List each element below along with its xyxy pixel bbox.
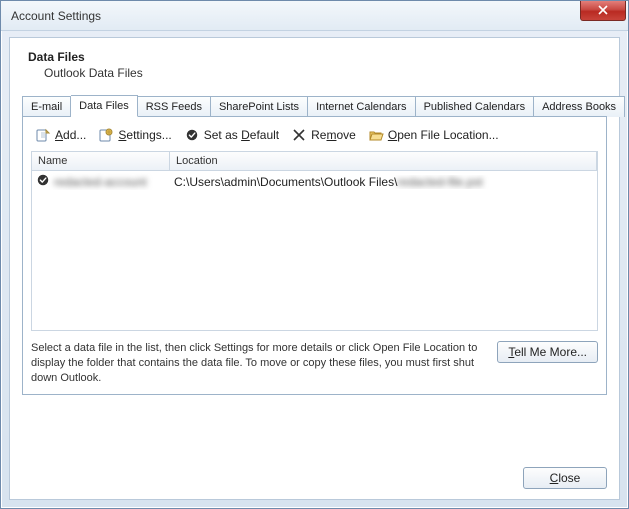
close-icon — [598, 4, 608, 18]
tab-internet-calendars[interactable]: Internet Calendars — [308, 96, 416, 117]
tab-strip: E-mail Data Files RSS Feeds SharePoint L… — [22, 94, 607, 116]
tell-me-more-button[interactable]: Tell Me More... — [497, 341, 598, 363]
help-strip: Select a data file in the list, then cli… — [31, 341, 598, 386]
set-default-button[interactable]: Set as Default — [184, 127, 279, 143]
row-name-blurred: redacted-account — [54, 175, 147, 189]
titlebar: Account Settings — [1, 1, 628, 31]
help-text: Select a data file in the list, then cli… — [31, 341, 487, 386]
open-file-location-button[interactable]: Open File Location... — [368, 127, 499, 143]
dialog-footer: Close — [523, 467, 607, 489]
close-window-button[interactable] — [580, 1, 626, 21]
column-header-location[interactable]: Location — [170, 152, 597, 170]
tab-published-calendars[interactable]: Published Calendars — [416, 96, 535, 117]
folder-open-icon — [368, 127, 384, 143]
remove-button[interactable]: Remove — [291, 127, 356, 143]
page-subtitle: Outlook Data Files — [44, 66, 607, 80]
add-file-icon — [35, 127, 51, 143]
toolbar: Add... Settings... Set as Default — [31, 125, 598, 151]
tab-sharepoint-lists[interactable]: SharePoint Lists — [211, 96, 308, 117]
cell-name: redacted-account — [36, 173, 174, 190]
location-suffix-blurred: redacted-file.pst — [397, 175, 482, 189]
data-files-list[interactable]: redacted-account C:\Users\admin\Document… — [31, 171, 598, 331]
column-header-name[interactable]: Name — [32, 152, 170, 170]
tab-rss-feeds[interactable]: RSS Feeds — [138, 96, 211, 117]
close-button[interactable]: Close — [523, 467, 607, 489]
tab-panel-data-files: Add... Settings... Set as Default — [22, 116, 607, 395]
tab-data-files[interactable]: Data Files — [71, 95, 138, 117]
dialog-body: Data Files Outlook Data Files E-mail Dat… — [9, 37, 620, 500]
tab-address-books[interactable]: Address Books — [534, 96, 625, 117]
table-row[interactable]: redacted-account C:\Users\admin\Document… — [32, 171, 597, 192]
account-settings-dialog: Account Settings Data Files Outlook Data… — [0, 0, 629, 509]
check-circle-icon — [184, 127, 200, 143]
remove-icon — [291, 127, 307, 143]
default-check-icon — [36, 173, 50, 190]
window-title: Account Settings — [11, 9, 101, 23]
location-prefix: C:\Users\admin\Documents\Outlook Files\ — [174, 175, 397, 189]
add-button[interactable]: Add... — [35, 127, 86, 143]
settings-button[interactable]: Settings... — [98, 127, 171, 143]
list-header: Name Location — [31, 151, 598, 171]
tab-email[interactable]: E-mail — [22, 96, 71, 117]
settings-icon — [98, 127, 114, 143]
cell-location: C:\Users\admin\Documents\Outlook Files\r… — [174, 175, 593, 189]
page-title: Data Files — [28, 50, 607, 64]
